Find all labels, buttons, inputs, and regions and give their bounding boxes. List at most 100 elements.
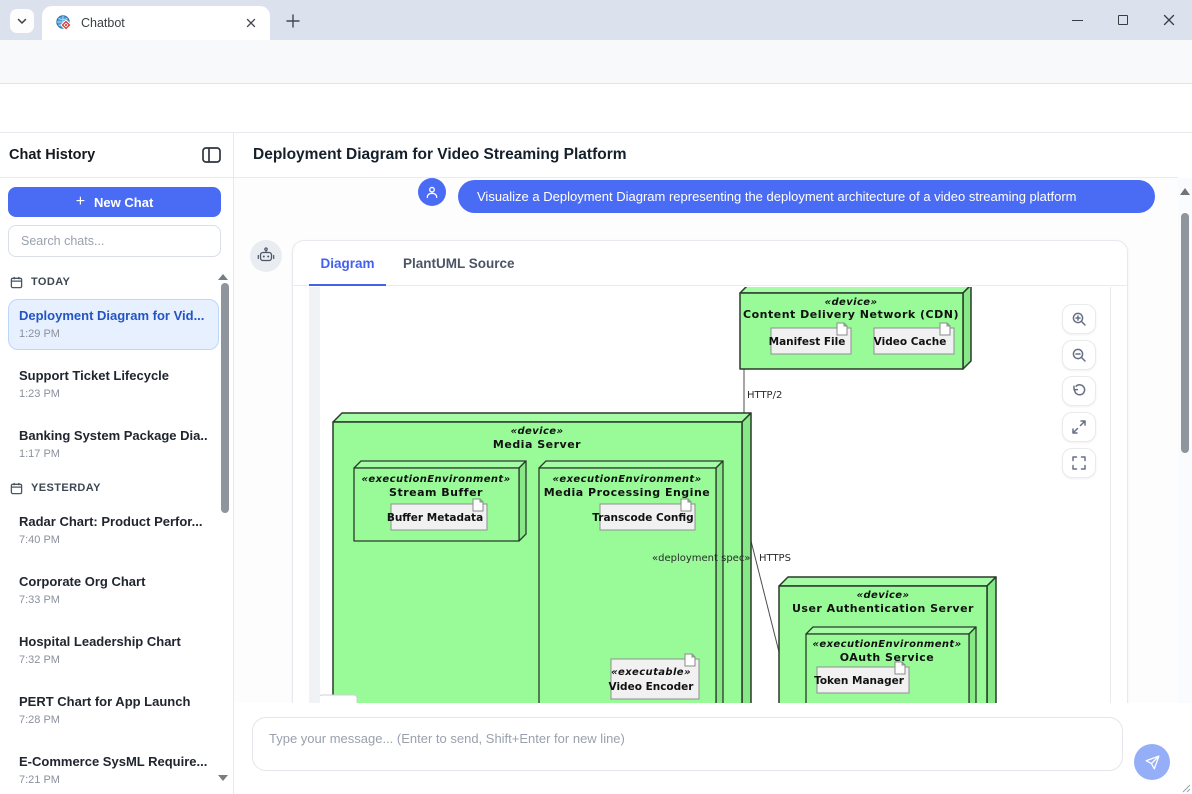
minimize-icon <box>1072 20 1083 21</box>
chat-item-title: Radar Chart: Product Perfor... <box>19 513 208 531</box>
chat-item-time: 1:29 PM <box>19 326 208 342</box>
manifest-file-label: Manifest File <box>769 336 846 348</box>
window-resize-grip[interactable] <box>1182 784 1191 793</box>
media-server-name: Media Server <box>493 438 581 451</box>
scrollbar-thumb[interactable] <box>1181 213 1189 453</box>
chat-item-corporate-org[interactable]: Corporate Org Chart 7:33 PM <box>8 565 219 616</box>
zoom-out-icon <box>1071 347 1087 363</box>
send-button[interactable] <box>1134 744 1170 780</box>
tab-plantuml-source[interactable]: PlantUML Source <box>399 241 519 286</box>
reset-view-button[interactable] <box>1062 376 1096 406</box>
canvas-left-scrollbar[interactable] <box>309 287 320 703</box>
chat-item-time: 7:21 PM <box>19 772 208 788</box>
user-message-avatar <box>418 178 446 206</box>
sidebar-scroll-down-arrow[interactable] <box>218 775 228 786</box>
search-chats-input[interactable] <box>9 234 220 248</box>
expand-button[interactable] <box>1062 412 1096 442</box>
artifact-transcode-config: Transcode Config <box>592 499 695 530</box>
bot-avatar <box>250 240 282 272</box>
diagram-canvas[interactable]: «device» Content Delivery Network (CDN) … <box>309 287 1111 703</box>
video-cache-label: Video Cache <box>874 336 947 348</box>
tab-close-button[interactable] <box>242 14 260 32</box>
chat-item-title: E-Commerce SysML Require... <box>19 753 208 771</box>
artifact-video-cache: Video Cache <box>874 323 954 354</box>
scrollbar-up-arrow[interactable] <box>1180 183 1190 195</box>
expand-arrows-icon <box>1071 419 1087 435</box>
window-controls <box>1054 0 1192 40</box>
diagram-tabbar: Diagram PlantUML Source <box>293 241 1127 286</box>
chat-item-time: 7:32 PM <box>19 652 208 668</box>
visual-paradigm-favicon <box>56 15 72 31</box>
chat-history-sidebar: Chat History + New Chat TODAY Deployment… <box>0 133 234 794</box>
chat-item-title: Support Ticket Lifecycle <box>19 367 208 385</box>
transcode-config-label: Transcode Config <box>592 512 693 524</box>
chat-item-title: Hospital Leadership Chart <box>19 633 208 651</box>
send-plane-icon <box>1144 754 1161 771</box>
window-minimize-button[interactable] <box>1054 0 1100 40</box>
browser-tab[interactable]: Chatbot <box>42 6 270 40</box>
search-chats-box[interactable] <box>8 225 221 257</box>
tab-title: Chatbot <box>81 16 242 30</box>
plus-icon: + <box>76 193 85 211</box>
tab-diagram[interactable]: Diagram <box>309 241 386 286</box>
new-chat-label: New Chat <box>94 195 153 210</box>
fullscreen-brackets-icon <box>1071 455 1087 471</box>
close-icon <box>1163 14 1175 26</box>
sidebar-title: Chat History <box>9 147 95 163</box>
tab-search-chevron-button[interactable] <box>10 9 34 33</box>
chat-item-hospital-leadership[interactable]: Hospital Leadership Chart 7:32 PM <box>8 625 219 676</box>
new-chat-button[interactable]: + New Chat <box>8 187 221 217</box>
chat-list: TODAY Deployment Diagram for Vid... 1:29… <box>0 257 233 794</box>
main-content: Deployment Diagram for Video Streaming P… <box>234 133 1192 794</box>
section-label-today: TODAY <box>31 276 70 288</box>
zoom-in-icon <box>1071 311 1087 327</box>
message-input[interactable] <box>252 717 1123 771</box>
token-manager-label: Token Manager <box>814 675 905 687</box>
active-tab-underline <box>309 284 386 286</box>
deployment-diagram: «device» Content Delivery Network (CDN) … <box>309 287 1111 703</box>
message-input-bar <box>234 703 1192 794</box>
sidebar-scrollbar-thumb[interactable] <box>221 283 229 513</box>
edge-https <box>748 529 779 652</box>
chat-item-deployment-diagram[interactable]: Deployment Diagram for Vid... 1:29 PM <box>8 299 219 350</box>
stream-buffer-stereotype: «executionEnvironment» <box>362 474 511 485</box>
artifact-video-encoder: «executable» Video Encoder <box>609 654 699 699</box>
chat-item-title: PERT Chart for App Launch <box>19 693 208 711</box>
chat-item-title: Corporate Org Chart <box>19 573 208 591</box>
zoom-in-button[interactable] <box>1062 304 1096 334</box>
window-maximize-button[interactable] <box>1100 0 1146 40</box>
sidebar-scroll-up-arrow[interactable] <box>218 269 228 280</box>
oauth-stereotype: «executionEnvironment» <box>813 639 962 650</box>
plus-icon <box>286 14 300 28</box>
chat-item-pert-chart[interactable]: PERT Chart for App Launch 7:28 PM <box>8 685 219 736</box>
fullscreen-button[interactable] <box>1062 448 1096 478</box>
chevron-down-icon <box>16 15 28 27</box>
chat-item-time: 7:40 PM <box>19 532 208 548</box>
chat-item-title: Banking System Package Dia... <box>19 427 208 445</box>
video-encoder-stereotype: «executable» <box>611 667 691 678</box>
oauth-name: OAuth Service <box>840 651 935 664</box>
collapse-sidebar-icon[interactable] <box>202 147 221 163</box>
page-scrollbar[interactable] <box>1178 178 1192 794</box>
chat-item-time: 7:28 PM <box>19 712 208 728</box>
app-header: Chatbot Powered by Visual Paradigm More … <box>0 84 1192 133</box>
chat-item-support-ticket[interactable]: Support Ticket Lifecycle 1:23 PM <box>8 359 219 410</box>
section-label-yesterday: YESTERDAY <box>31 482 101 494</box>
window-close-button[interactable] <box>1146 0 1192 40</box>
chat-item-ecommerce-sysml[interactable]: E-Commerce SysML Require... 7:21 PM <box>8 745 219 794</box>
http2-label: HTTP/2 <box>747 390 782 401</box>
chat-item-radar-chart[interactable]: Radar Chart: Product Perfor... 7:40 PM <box>8 505 219 556</box>
diagram-card: Diagram PlantUML Source <box>292 240 1128 703</box>
chat-item-title: Deployment Diagram for Vid... <box>19 307 208 325</box>
auth-server-name: User Authentication Server <box>792 602 974 615</box>
page-title: Deployment Diagram for Video Streaming P… <box>253 146 627 164</box>
chat-item-banking-package[interactable]: Banking System Package Dia... 1:17 PM <box>8 419 219 470</box>
chat-item-time: 1:17 PM <box>19 446 208 462</box>
person-icon <box>424 184 440 200</box>
cdn-name: Content Delivery Network (CDN) <box>743 308 959 321</box>
zoom-out-button[interactable] <box>1062 340 1096 370</box>
media-server-stereotype: «device» <box>511 426 564 437</box>
buffer-metadata-label: Buffer Metadata <box>387 512 483 524</box>
user-message-bubble: Visualize a Deployment Diagram represent… <box>458 180 1155 213</box>
new-tab-button[interactable] <box>282 10 304 32</box>
